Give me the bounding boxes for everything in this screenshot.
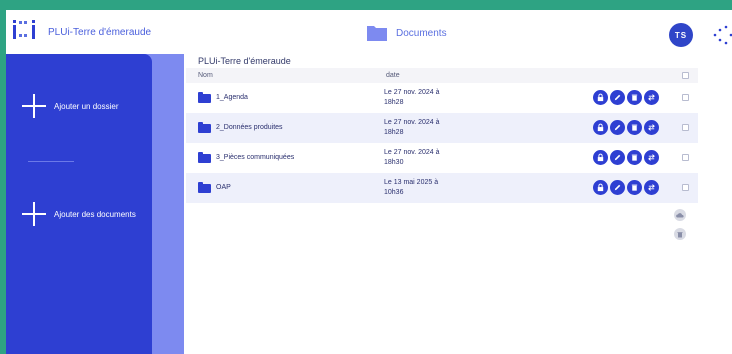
app-title[interactable]: PLUi-Terre d'émeraude bbox=[48, 27, 151, 38]
folder-name[interactable]: 3_Pièces communiquées bbox=[216, 154, 294, 161]
row-checkbox[interactable] bbox=[682, 154, 689, 161]
table-row[interactable]: 2_Données produites Le 27 nov. 2024 à 18… bbox=[186, 113, 698, 143]
folder-name[interactable]: OAP bbox=[216, 184, 231, 191]
breadcrumb[interactable]: PLUi-Terre d'émeraude bbox=[198, 56, 291, 66]
date-line: Le 27 nov. 2024 à bbox=[384, 89, 440, 96]
table-row[interactable]: 1_Agenda Le 27 nov. 2024 à 18h28 bbox=[186, 83, 698, 113]
folder-date: Le 13 mai 2025 à 10h36 bbox=[384, 178, 464, 198]
date-line: Le 13 mai 2025 à bbox=[384, 179, 439, 186]
folder-icon bbox=[198, 92, 211, 103]
table-row[interactable]: 3_Pièces communiquées Le 27 nov. 2024 à … bbox=[186, 143, 698, 173]
edit-icon[interactable] bbox=[610, 90, 625, 105]
move-icon[interactable] bbox=[644, 150, 659, 165]
folder-icon bbox=[198, 122, 211, 133]
trash-icon[interactable] bbox=[627, 150, 642, 165]
documents-table: Nom date 1_Agenda Le 27 nov. 2024 à 18h2… bbox=[186, 68, 698, 203]
table-row[interactable]: OAP Le 13 mai 2025 à 10h36 bbox=[186, 173, 698, 203]
move-icon[interactable] bbox=[644, 180, 659, 195]
apps-menu-icon[interactable] bbox=[712, 24, 732, 46]
user-avatar[interactable]: TS bbox=[669, 23, 693, 47]
plus-icon bbox=[22, 94, 46, 118]
move-icon[interactable] bbox=[644, 90, 659, 105]
top-bar: PLUi-Terre d'émeraude Documents TS bbox=[6, 10, 732, 54]
trash-icon[interactable] bbox=[627, 90, 642, 105]
edit-icon[interactable] bbox=[610, 150, 625, 165]
edit-icon[interactable] bbox=[610, 180, 625, 195]
column-header-date[interactable]: date bbox=[386, 72, 400, 79]
lock-icon[interactable] bbox=[593, 90, 608, 105]
sidebar: Ajouter un dossier Ajouter des documents bbox=[6, 54, 152, 354]
table-header: Nom date bbox=[186, 68, 698, 83]
lock-icon[interactable] bbox=[593, 150, 608, 165]
time-line: 18h28 bbox=[384, 99, 404, 106]
row-actions bbox=[593, 180, 659, 195]
row-checkbox[interactable] bbox=[682, 94, 689, 101]
lock-icon[interactable] bbox=[593, 180, 608, 195]
cloud-download-icon[interactable] bbox=[674, 209, 686, 221]
trash-icon[interactable] bbox=[674, 228, 686, 240]
folder-date: Le 27 nov. 2024 à 18h28 bbox=[384, 88, 464, 108]
time-line: 10h36 bbox=[384, 189, 404, 196]
time-line: 18h30 bbox=[384, 159, 404, 166]
folder-icon bbox=[198, 182, 211, 193]
app-logo-icon[interactable] bbox=[12, 18, 42, 42]
add-documents-button[interactable]: Ajouter des documents bbox=[22, 202, 136, 226]
row-checkbox[interactable] bbox=[682, 184, 689, 191]
folder-date: Le 27 nov. 2024 à 18h30 bbox=[384, 148, 464, 168]
edit-icon[interactable] bbox=[610, 120, 625, 135]
row-checkbox[interactable] bbox=[682, 124, 689, 131]
move-icon[interactable] bbox=[644, 120, 659, 135]
trash-icon[interactable] bbox=[627, 180, 642, 195]
app-window: PLUi-Terre d'émeraude Documents TS Ajout… bbox=[6, 10, 732, 354]
add-documents-label: Ajouter des documents bbox=[54, 209, 136, 219]
plus-icon bbox=[22, 202, 46, 226]
folder-name[interactable]: 1_Agenda bbox=[216, 94, 248, 101]
section-title: Documents bbox=[396, 28, 447, 39]
date-line: Le 27 nov. 2024 à bbox=[384, 119, 440, 126]
sidebar-divider bbox=[28, 161, 74, 162]
row-actions bbox=[593, 90, 659, 105]
column-header-name[interactable]: Nom bbox=[198, 72, 213, 79]
row-actions bbox=[593, 150, 659, 165]
trash-icon[interactable] bbox=[627, 120, 642, 135]
folder-date: Le 27 nov. 2024 à 18h28 bbox=[384, 118, 464, 138]
folder-name[interactable]: 2_Données produites bbox=[216, 124, 283, 131]
add-folder-label: Ajouter un dossier bbox=[54, 101, 119, 111]
row-actions bbox=[593, 120, 659, 135]
documents-folder-icon bbox=[367, 26, 387, 41]
folder-icon bbox=[198, 152, 211, 163]
select-all-checkbox[interactable] bbox=[682, 72, 689, 79]
add-folder-button[interactable]: Ajouter un dossier bbox=[22, 94, 118, 118]
lock-icon[interactable] bbox=[593, 120, 608, 135]
time-line: 18h28 bbox=[384, 129, 404, 136]
date-line: Le 27 nov. 2024 à bbox=[384, 149, 440, 156]
